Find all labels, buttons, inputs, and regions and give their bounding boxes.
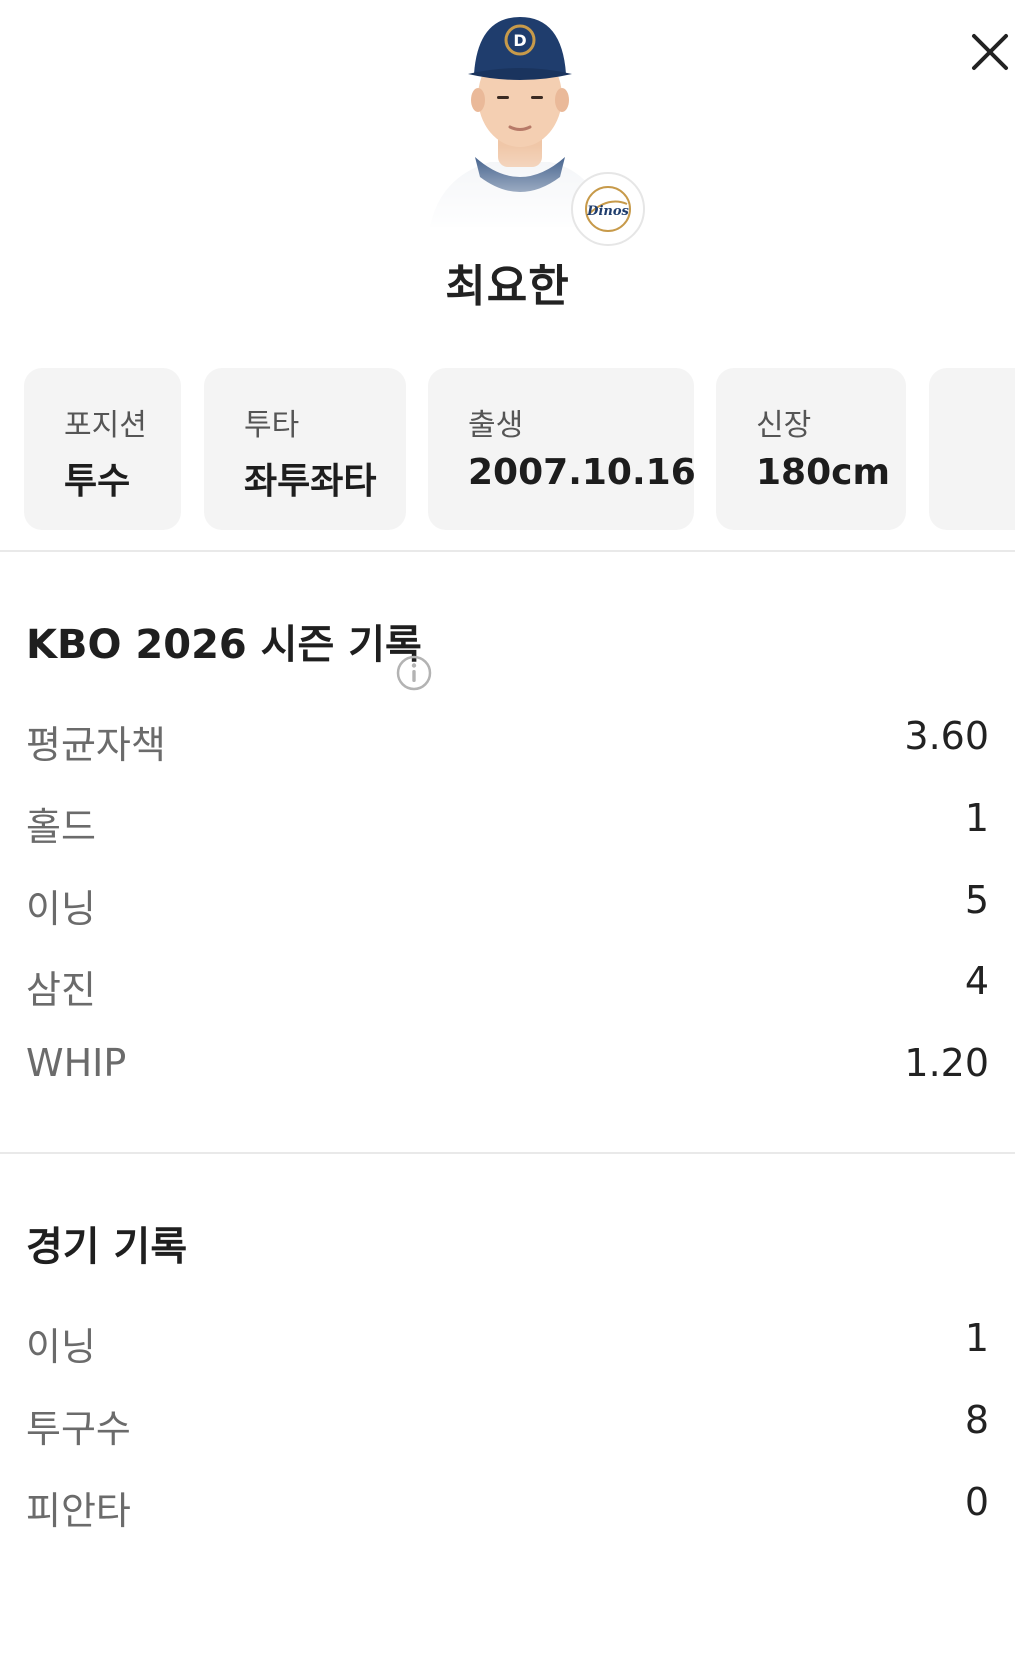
stat-value: 4 (964, 959, 989, 1003)
stat-label: 이닝 (26, 1325, 96, 1369)
info-card-bats-throws: 투타 좌투좌타 (204, 368, 406, 530)
info-card-birth: 출생 2007.10.16 (428, 368, 696, 530)
game-stat-row: 투구수 8 (0, 1398, 1015, 1458)
dinos-logo-icon: Dinos (585, 186, 631, 232)
stat-label: 평균자책 (26, 723, 166, 767)
stat-value: 5 (964, 878, 989, 922)
stat-label: 투구수 (26, 1407, 131, 1451)
season-stat-row: 삼진 4 (0, 959, 1015, 1019)
season-stat-row: 홀드 1 (0, 796, 1015, 856)
info-card-value: 투수 (64, 461, 131, 502)
section-divider (0, 550, 1015, 552)
team-logo: Dinos (571, 172, 645, 246)
info-card-label: 신장 (756, 408, 812, 443)
section-divider (0, 1152, 1015, 1154)
stat-label: WHIP (26, 1041, 127, 1085)
player-info-cards[interactable]: 포지션 투수 투타 좌투좌타 출생 2007.10.16 신장 180cm (0, 368, 1015, 530)
stat-value: 1.20 (904, 1041, 989, 1085)
player-name: 최요한 (445, 261, 570, 312)
season-stat-row: 이닝 5 (0, 878, 1015, 938)
season-stat-row: WHIP 1.20 (0, 1041, 1015, 1101)
stat-value: 8 (964, 1398, 989, 1442)
info-card-label: 출생 (468, 408, 524, 443)
game-stat-row: 피안타 0 (0, 1480, 1015, 1540)
stat-value: 1 (964, 796, 989, 840)
info-card-label: 투타 (244, 408, 300, 443)
info-card-value: 좌투좌타 (244, 461, 377, 502)
stat-label: 이닝 (26, 887, 96, 931)
player-photo-area: D Dinos (420, 12, 645, 246)
info-card-value: 180cm (756, 452, 890, 493)
stat-label: 피안타 (26, 1489, 131, 1533)
stat-value: 3.60 (904, 714, 989, 758)
game-stat-row: 이닝 1 (0, 1316, 1015, 1376)
info-card-height: 신장 180cm (716, 368, 906, 530)
stat-label: 삼진 (26, 968, 96, 1012)
info-card-position: 포지션 투수 (24, 368, 181, 530)
close-icon (972, 34, 1008, 70)
info-card-partial (929, 368, 1015, 530)
info-card-label: 포지션 (64, 408, 147, 443)
season-stat-row: 평균자책 3.60 (0, 714, 1015, 774)
svg-text:Dinos: Dinos (586, 204, 629, 219)
stat-value: 0 (964, 1480, 989, 1524)
info-icon[interactable] (396, 655, 432, 691)
season-record-title: KBO 2026 시즌 기록 (26, 622, 422, 668)
stat-value: 1 (964, 1316, 989, 1360)
info-card-value: 2007.10.16 (468, 452, 696, 493)
game-record-title: 경기 기록 (26, 1224, 188, 1270)
stat-label: 홀드 (26, 805, 96, 849)
close-button[interactable] (968, 30, 1012, 74)
